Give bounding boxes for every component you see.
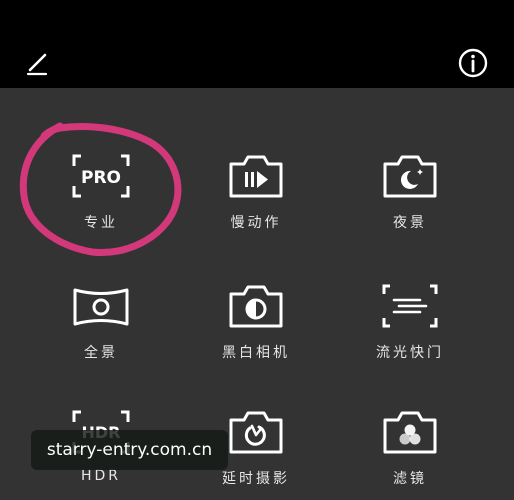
mode-pro[interactable]: PRO 专业: [26, 88, 176, 231]
mode-panorama[interactable]: 全景: [26, 218, 176, 361]
pro-icon: PRO: [72, 154, 130, 198]
mode-filter[interactable]: 滤镜: [335, 344, 485, 487]
night-scene-icon: [383, 155, 437, 198]
slow-motion-icon: [229, 155, 283, 198]
mode-label: 延时摄影: [222, 471, 290, 487]
panorama-icon: [73, 288, 129, 326]
edit-icon[interactable]: [24, 48, 54, 78]
time-lapse-icon: [229, 411, 283, 454]
svg-text:PRO: PRO: [81, 168, 121, 188]
info-icon[interactable]: [457, 47, 489, 79]
watermark-label: starry-entry.com.cn: [31, 430, 228, 470]
mode-slow-motion[interactable]: 慢动作: [181, 88, 331, 231]
mode-label: 滤镜: [393, 471, 427, 487]
monochrome-icon: [229, 285, 283, 328]
filter-icon: [383, 411, 437, 454]
light-painting-icon: [382, 284, 438, 328]
mode-light-painting[interactable]: 流光快门: [335, 218, 485, 361]
mode-night[interactable]: 夜景: [335, 88, 485, 231]
mode-label: HDR: [80, 468, 122, 484]
mode-monochrome[interactable]: 黑白相机: [181, 218, 331, 361]
top-bar: [0, 0, 514, 88]
